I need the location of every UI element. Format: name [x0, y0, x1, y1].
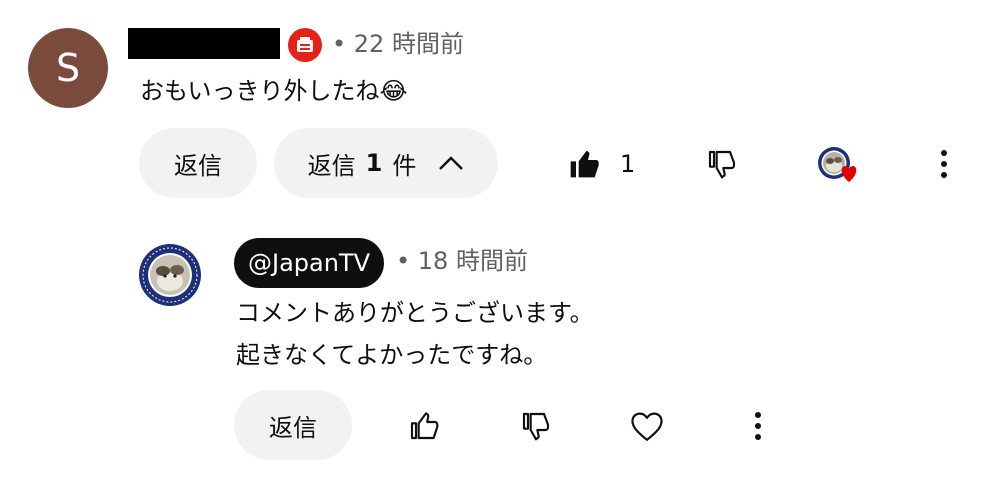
- comment-thread: S • 22 時間前 おもいっきり外したね😂 返信 返信 1 件 1 @Japa…: [0, 0, 1000, 480]
- reply-timestamp: • 18 時間前: [396, 247, 528, 275]
- avatar[interactable]: S: [28, 28, 108, 108]
- reply-more-vert-icon[interactable]: [748, 408, 768, 444]
- heart-outline-icon: [631, 412, 663, 441]
- reply-text-line-1: コメントありがとうございます。: [236, 299, 594, 327]
- like-button[interactable]: [566, 146, 602, 182]
- redacted-username: [128, 28, 280, 59]
- creator-heart: [816, 146, 860, 190]
- avatar-letter: S: [55, 46, 81, 90]
- reply-reply-label: 返信: [269, 413, 317, 442]
- thumbs-up-outline-icon: [410, 412, 439, 440]
- dislike-button[interactable]: [704, 146, 740, 182]
- thumbs-down-icon: [522, 412, 550, 441]
- view-replies-button[interactable]: 返信 1 件: [274, 128, 498, 198]
- reply-button[interactable]: 返信: [139, 128, 257, 198]
- thumbs-up-filled-icon: [570, 150, 599, 178]
- reply-reply-button[interactable]: 返信: [234, 390, 352, 460]
- channel-handle-chip[interactable]: @JapanTV: [234, 238, 384, 288]
- chevron-up-icon: [438, 155, 464, 171]
- membership-badge-icon: [288, 28, 322, 62]
- comment-timestamp: • 22 時間前: [332, 30, 464, 58]
- reply-dislike-button[interactable]: [518, 408, 554, 444]
- reply-button-label: 返信: [174, 151, 222, 180]
- replies-prefix: 返信: [307, 151, 356, 180]
- channel-avatar[interactable]: [138, 243, 202, 307]
- more-vert-icon[interactable]: [934, 146, 954, 182]
- like-count: 1: [620, 150, 636, 178]
- reply-text-line-2: 起きなくてよかったですね。: [236, 341, 548, 369]
- heart-button[interactable]: [628, 408, 666, 444]
- comment-text: おもいっきり外したね😂: [140, 77, 408, 105]
- replies-suffix: 件: [392, 151, 417, 180]
- thumbs-down-icon: [708, 150, 736, 179]
- reply-like-button[interactable]: [406, 408, 442, 444]
- channel-handle: @JapanTV: [247, 249, 370, 277]
- replies-count: 1: [365, 149, 383, 177]
